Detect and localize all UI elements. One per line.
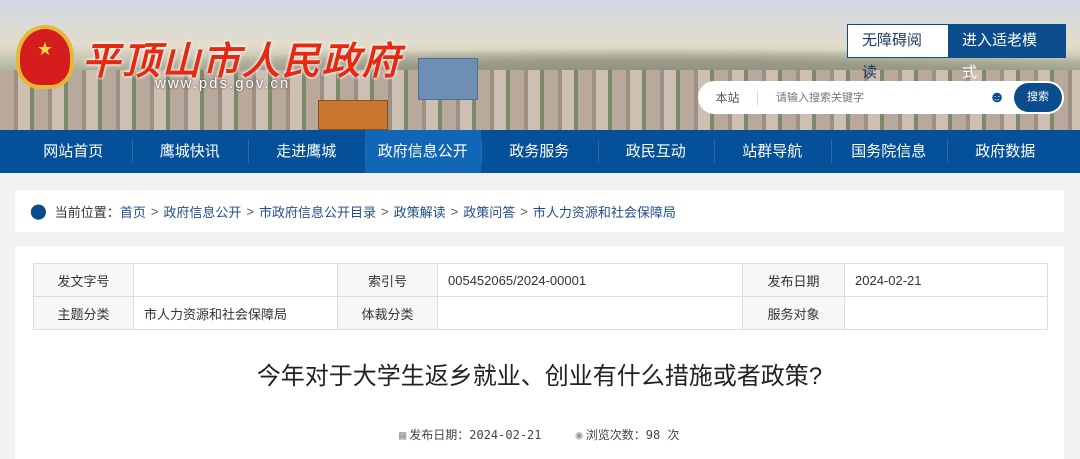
nav-item-gov-info[interactable]: 政府信息公开	[364, 130, 481, 173]
banner-building	[318, 100, 388, 130]
audience-value	[844, 296, 1048, 330]
views-info: ◉ 浏览次数：98 次	[576, 426, 680, 443]
nav-item-news[interactable]: 鹰城快讯	[131, 130, 249, 173]
site-url: www.pds.gov.cn	[155, 75, 291, 92]
search-button[interactable]: 搜索	[1014, 83, 1062, 112]
breadcrumb-separator: >	[450, 203, 459, 219]
breadcrumb-gov-info[interactable]: 政府信息公开	[163, 202, 241, 221]
header-banner: ★ 平顶山市人民政府 www.pds.gov.cn 无障碍阅读 进入适老模式 本…	[0, 0, 1080, 130]
publish-date-label: 发布日期	[742, 263, 845, 297]
info-table: 发文字号 索引号 005452065/2024-00001 发布日期 2024-…	[33, 263, 1048, 330]
views-unit: 次	[667, 428, 680, 442]
accessible-read-button[interactable]: 无障碍阅读	[848, 25, 948, 81]
genre-value	[437, 296, 743, 330]
topic-label: 主题分类	[33, 296, 134, 330]
nav-item-about-city[interactable]: 走进鹰城	[248, 130, 365, 173]
genre-label: 体裁分类	[337, 296, 438, 330]
breadcrumb-separator: >	[246, 203, 255, 219]
views-count: 98	[645, 428, 661, 442]
breadcrumb-policy-interpret[interactable]: 政策解读	[394, 202, 446, 221]
location-pin-icon: ⬤	[30, 203, 47, 220]
elder-mode-button[interactable]: 进入适老模式	[948, 25, 1065, 81]
topic-value: 市人力资源和社会保障局	[133, 296, 338, 330]
nav-item-home[interactable]: 网站首页	[15, 130, 132, 173]
breadcrumb-catalog[interactable]: 市政府信息公开目录	[259, 202, 376, 221]
breadcrumb-hr-bureau[interactable]: 市人力资源和社会保障局	[533, 202, 676, 221]
publish-date-value: 2024-02-21	[844, 263, 1048, 297]
breadcrumb-separator: >	[520, 203, 528, 219]
audience-label: 服务对象	[742, 296, 845, 330]
nav-item-services[interactable]: 政务服务	[481, 130, 598, 173]
doc-number-value	[133, 263, 338, 297]
index-label: 索引号	[337, 263, 438, 297]
search-bar: 本站 ☻ 搜索	[698, 81, 1064, 114]
table-row: 发文字号 索引号 005452065/2024-00001 发布日期 2024-…	[33, 263, 1048, 297]
publish-info: ▦ 发布日期：2024-02-21	[399, 426, 542, 443]
index-value: 005452065/2024-00001	[437, 263, 743, 297]
eye-icon: ◉	[575, 428, 583, 442]
views-label: 浏览次数：	[585, 428, 646, 442]
search-input[interactable]	[758, 91, 986, 104]
nav-item-gov-data[interactable]: 政府数据	[947, 130, 1064, 173]
nav-item-site-nav[interactable]: 站群导航	[714, 130, 831, 173]
calendar-icon: ▦	[399, 428, 407, 442]
main-nav: 网站首页 鹰城快讯 走进鹰城 政府信息公开 政务服务 政民互动 站群导航 国务院…	[0, 130, 1080, 173]
national-emblem-icon: ★	[16, 25, 74, 89]
breadcrumb-label: 当前位置：	[54, 204, 120, 220]
mode-buttons: 无障碍阅读 进入适老模式	[847, 24, 1066, 81]
publish-date: 2024-02-21	[469, 428, 542, 442]
nav-item-state-council[interactable]: 国务院信息	[830, 130, 948, 173]
breadcrumb-home[interactable]: 首页	[120, 202, 146, 221]
robot-assistant-icon[interactable]: ☻	[986, 87, 1008, 109]
nav-item-interaction[interactable]: 政民互动	[597, 130, 715, 173]
doc-number-label: 发文字号	[33, 263, 134, 297]
breadcrumb-separator: >	[150, 203, 159, 219]
table-row: 主题分类 市人力资源和社会保障局 体裁分类 服务对象	[33, 296, 1048, 330]
article-panel: 发文字号 索引号 005452065/2024-00001 发布日期 2024-…	[15, 246, 1064, 459]
search-scope[interactable]: 本站	[698, 89, 758, 106]
breadcrumb: ⬤ 当前位置： 首页 > 政府信息公开 > 市政府信息公开目录 > 政策解读 > 政策问…	[15, 190, 1064, 232]
banner-building	[418, 58, 478, 100]
publish-label: 发布日期：	[409, 428, 470, 442]
article-meta: ▦ 发布日期：2024-02-21 ◉ 浏览次数：98 次	[399, 426, 679, 443]
breadcrumb-separator: >	[381, 203, 389, 219]
breadcrumb-policy-qa[interactable]: 政策问答	[463, 202, 515, 221]
article-title: 今年对于大学生返乡就业、创业有什么措施或者政策?	[256, 363, 823, 390]
